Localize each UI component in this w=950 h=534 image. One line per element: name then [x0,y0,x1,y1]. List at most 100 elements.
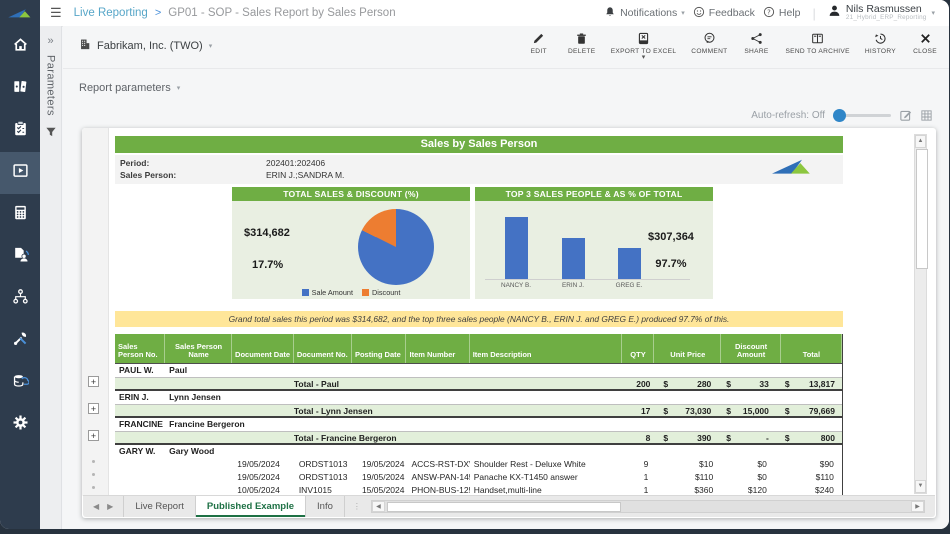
close-button[interactable]: CLOSE [911,31,939,60]
toolbar-divider [63,68,949,69]
scroll-down-icon[interactable]: ▼ [915,480,926,493]
sidebar-item-tools[interactable] [0,320,40,362]
report-sheet: Sales by Sales Person Period: 202401:202… [115,136,843,496]
export-to-excel-button[interactable]: EXPORT TO EXCEL▾ [611,31,677,60]
expand-group-button[interactable]: + [88,430,99,441]
report-header-block: Period: 202401:202406 Sales Person: ERIN… [115,155,843,184]
table-cell: $73,030 [654,405,721,416]
table-cell: Total - Francine Bergeron [294,432,622,443]
sidebar-item-checklist[interactable] [0,110,40,152]
bar-category-label: GREG E. [603,282,655,289]
horizontal-scroll-thumb[interactable] [387,502,621,512]
scroll-left-icon[interactable]: ◀ [372,501,385,512]
table-cell: $110 [654,471,721,484]
app-logo[interactable] [0,0,40,26]
smiley-icon [693,6,705,21]
outline-dot [92,486,95,489]
table-cell: 19/05/2024 [352,458,407,471]
table-cell: $800 [781,432,842,443]
summary-banner: Grand total sales this period was $314,6… [115,311,843,327]
bar-callout-total: $307,364 [631,231,711,243]
horizontal-scrollbar[interactable]: ◀ ▶ [371,500,925,513]
outline-dot [92,460,95,463]
sheet-tab-live-report[interactable]: Live Report [123,496,196,517]
checklist-icon [12,120,29,142]
table-cell: $390 [654,432,721,443]
action-label: DELETE [568,48,595,55]
auto-refresh-slider[interactable] [833,109,891,122]
chevron-down-icon: ▾ [681,9,685,17]
table-cell: Lynn Jensen [165,391,842,404]
scroll-up-icon[interactable]: ▲ [915,135,926,148]
sidebar-item-hierarchy[interactable] [0,278,40,320]
expand-panel-icon[interactable]: » [47,36,53,47]
table-cell: 19/05/2024 [232,471,294,484]
column-header: Posting Date [352,334,407,363]
column-header: Sales Person Name [165,334,232,363]
action-label: HISTORY [865,48,896,55]
column-header: Sales Person No. [115,334,165,363]
sales-table: Sales Person No.Sales Person NameDocumen… [115,334,843,496]
help-button[interactable]: ? Help [763,6,801,21]
table-cell: $280 [654,378,721,389]
table-cell: 8 [622,432,655,443]
table-cell: Gary Wood [165,445,842,458]
table-cell: FRANCINE B. [115,418,165,431]
action-label: COMMENT [691,48,727,55]
document-user-icon [12,246,29,268]
sidebar-item-report-viewer[interactable] [0,152,40,194]
user-menu[interactable]: Nils Rasmussen 21_Hybrid_ERP_Reporting ▾ [828,4,935,22]
app-window: ☰ Live Reporting > GP01 - SOP - Sales Re… [0,0,949,529]
report-parameters-toggle[interactable]: Report parameters ▾ [79,82,180,94]
svg-text:?: ? [767,8,771,16]
chevron-down-icon: ▾ [931,9,935,17]
expand-group-button[interactable]: + [88,403,99,414]
vertical-scroll-thumb[interactable] [916,149,928,269]
table-cell [115,378,294,389]
sheet-tab-info[interactable]: Info [306,496,345,517]
sidebar-item-calculator[interactable] [0,194,40,236]
breadcrumb-root[interactable]: Live Reporting [74,7,148,19]
company-selector[interactable]: Fabrikam, Inc. (TWO) ▾ [79,38,212,53]
period-label: Period: [115,158,266,168]
sidebar-item-home[interactable] [0,26,40,68]
action-label: CLOSE [913,48,937,55]
bar-greg-e- [618,248,641,279]
action-label: EDIT [531,48,547,55]
column-header: Document Date [232,334,294,363]
tab-scroll-right-icon[interactable]: ▶ [107,502,113,511]
expand-group-button[interactable]: + [88,376,99,387]
notifications-button[interactable]: Notifications ▾ [604,6,685,21]
grid-view-icon[interactable] [920,109,933,122]
table-cell [115,432,294,443]
table-cell [115,471,165,484]
feedback-button[interactable]: Feedback [693,6,755,21]
table-cell: $90 [781,458,842,471]
sidebar-item-binders[interactable] [0,68,40,110]
sheet-tab-published-example[interactable]: Published Example [196,496,306,517]
sidebar-item-settings-gear[interactable] [0,404,40,446]
share-button[interactable]: SHARE [742,31,770,60]
vertical-scrollbar[interactable]: ▲ ▼ [914,134,927,494]
table-header-row: Sales Person No.Sales Person NameDocumen… [115,334,842,364]
table-row-total: Total - Lynn Jensen17$73,030$15,000$79,6… [115,404,842,418]
send-to-archive-button[interactable]: SEND TO ARCHIVE [785,31,849,60]
table-cell: $0 [721,458,781,471]
table-cell [115,458,165,471]
tab-bar-drag-handle[interactable]: ⋮ [345,496,369,517]
edit-button[interactable]: EDIT [525,31,553,60]
table-cell [165,471,232,484]
menu-icon[interactable]: ☰ [50,5,62,21]
history-button[interactable]: HISTORY [865,31,896,60]
filter-funnel-icon[interactable] [45,125,57,143]
sidebar-item-document-user[interactable] [0,236,40,278]
edit-layout-icon[interactable] [899,109,912,122]
comment-button[interactable]: COMMENT [691,31,727,60]
scroll-right-icon[interactable]: ▶ [911,501,924,512]
tab-scroll-left-icon[interactable]: ◀ [93,502,99,511]
sidebar-item-data-cloud[interactable] [0,362,40,404]
table-cell: Paul [165,364,842,377]
report-viewer: + + + Sales by Sales Person Period: 2024… [82,128,936,518]
table-cell: Total - Lynn Jensen [294,405,622,416]
delete-button[interactable]: DELETE [568,31,596,60]
